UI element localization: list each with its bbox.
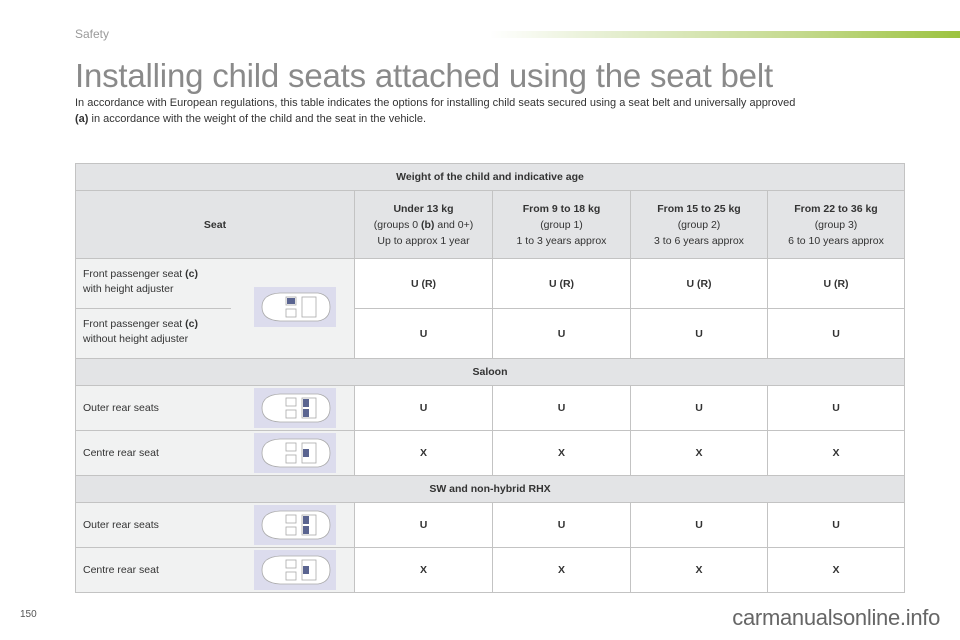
seat-label: Front passenger seat (c) without height … — [76, 317, 198, 347]
column-age: Up to approx 1 year — [377, 234, 470, 247]
seat-header: Seat — [75, 190, 355, 259]
group-note: (b) — [421, 218, 435, 231]
value-cell: U — [492, 308, 631, 359]
column-title: From 22 to 36 kg — [794, 202, 878, 215]
group-name-saloon: Saloon — [75, 358, 905, 386]
page-number: 150 — [20, 609, 37, 620]
value-cell: X — [767, 547, 905, 593]
column-header: From 22 to 36 kg (group 3) 6 to 10 years… — [767, 190, 905, 259]
value-cell: X — [767, 430, 905, 476]
seat-label-text: Front passenger seat — [83, 318, 186, 330]
seat-cell: Centre rear seat — [75, 430, 355, 476]
page-title: Installing child seats attached using th… — [75, 57, 773, 94]
value-cell: U — [354, 385, 493, 431]
column-group: (groups 0 (b) and 0+) — [355, 217, 492, 233]
value-cell: X — [492, 430, 631, 476]
column-header: From 15 to 25 kg (group 2) 3 to 6 years … — [630, 190, 768, 259]
column-age: 1 to 3 years approx — [516, 234, 607, 247]
column-group: (group 1) — [540, 218, 583, 231]
seat-label: Centre rear seat — [83, 446, 159, 459]
seat-label: Centre rear seat — [83, 563, 159, 576]
seat-cell: Outer rear seats — [75, 502, 355, 548]
weight-header: Weight of the child and indicative age — [75, 163, 905, 191]
column-header: Under 13 kg (groups 0 (b) and 0+) Up to … — [354, 190, 493, 259]
column-group: (group 2) — [677, 218, 721, 231]
value-cell: X — [492, 547, 631, 593]
table-row: Centre rear seat X X X X — [75, 547, 905, 593]
seat-label: Outer rear seats — [83, 401, 159, 414]
column-age: 6 to 10 years approx — [788, 234, 884, 247]
column-title: From 15 to 25 kg — [657, 202, 741, 215]
value-cell: U — [630, 308, 768, 359]
seat-note: (c) — [185, 268, 198, 280]
seat-note: (c) — [185, 318, 198, 330]
value-cell: U (R) — [630, 258, 768, 309]
seat-label-text: Front passenger seat — [83, 268, 186, 280]
group-header-row: Saloon — [75, 358, 905, 386]
table-top-header-row: Weight of the child and indicative age — [75, 163, 905, 191]
value-cell: U — [630, 385, 768, 431]
header-accent-bar — [490, 31, 960, 38]
row-divider — [76, 308, 231, 309]
group-header-row: SW and non-hybrid RHX — [75, 475, 905, 503]
seat-label: Front passenger seat (c) with height adj… — [76, 267, 198, 297]
seat-label: Outer rear seats — [83, 518, 159, 531]
value-cell: U — [767, 502, 905, 548]
value-cell: U — [630, 502, 768, 548]
value-cell: X — [354, 430, 493, 476]
value-cell: U — [767, 308, 905, 359]
value-cell: U — [354, 502, 493, 548]
value-cell: U (R) — [767, 258, 905, 309]
intro-text: In accordance with European regulations,… — [75, 97, 796, 109]
car-diagram-front-passenger-icon — [254, 287, 336, 327]
seat-cell: Centre rear seat — [75, 547, 355, 593]
car-diagram-centre-rear-icon — [254, 550, 336, 590]
column-title: From 9 to 18 kg — [522, 202, 601, 215]
intro-note: (a) — [75, 113, 89, 125]
seat-label-text-2: with height adjuster — [83, 283, 174, 295]
table-row: Outer rear seats U U U U — [75, 385, 905, 431]
value-cell: U (R) — [492, 258, 631, 309]
column-age: 3 to 6 years approx — [654, 234, 744, 247]
table-row: Centre rear seat X X X X — [75, 430, 905, 476]
watermark: carmanualsonline.info — [732, 605, 940, 630]
group-text: (groups 0 — [373, 218, 422, 231]
car-diagram-outer-rear-icon — [254, 505, 336, 545]
child-seat-table: Weight of the child and indicative age S… — [75, 163, 905, 593]
section-label: Safety — [75, 27, 110, 41]
value-cell: U — [492, 502, 631, 548]
car-diagram-outer-rear-icon — [254, 388, 336, 428]
value-cell: X — [630, 430, 768, 476]
table-column-header-row: Seat Under 13 kg (groups 0 (b) and 0+) U… — [75, 190, 905, 259]
value-cell: U — [354, 308, 493, 359]
column-title: Under 13 kg — [393, 202, 454, 215]
column-header: From 9 to 18 kg (group 1) 1 to 3 years a… — [492, 190, 631, 259]
group-text-post: and 0+) — [434, 218, 474, 231]
seat-label-text-2: without height adjuster — [83, 333, 189, 345]
value-cell: U — [492, 385, 631, 431]
intro-paragraph: In accordance with European regulations,… — [75, 95, 905, 127]
table-row: Outer rear seats U U U U — [75, 502, 905, 548]
value-cell: X — [630, 547, 768, 593]
value-cell: U — [767, 385, 905, 431]
value-cell: X — [354, 547, 493, 593]
intro-text-after: in accordance with the weight of the chi… — [88, 113, 427, 125]
front-seat-cell: Front passenger seat (c) with height adj… — [75, 258, 355, 359]
seat-cell: Outer rear seats — [75, 385, 355, 431]
value-cell: U (R) — [354, 258, 493, 309]
group-name-sw: SW and non-hybrid RHX — [75, 475, 905, 503]
column-group: (group 3) — [814, 218, 858, 231]
car-diagram-centre-rear-icon — [254, 433, 336, 473]
table-row: Front passenger seat (c) with height adj… — [75, 258, 905, 359]
